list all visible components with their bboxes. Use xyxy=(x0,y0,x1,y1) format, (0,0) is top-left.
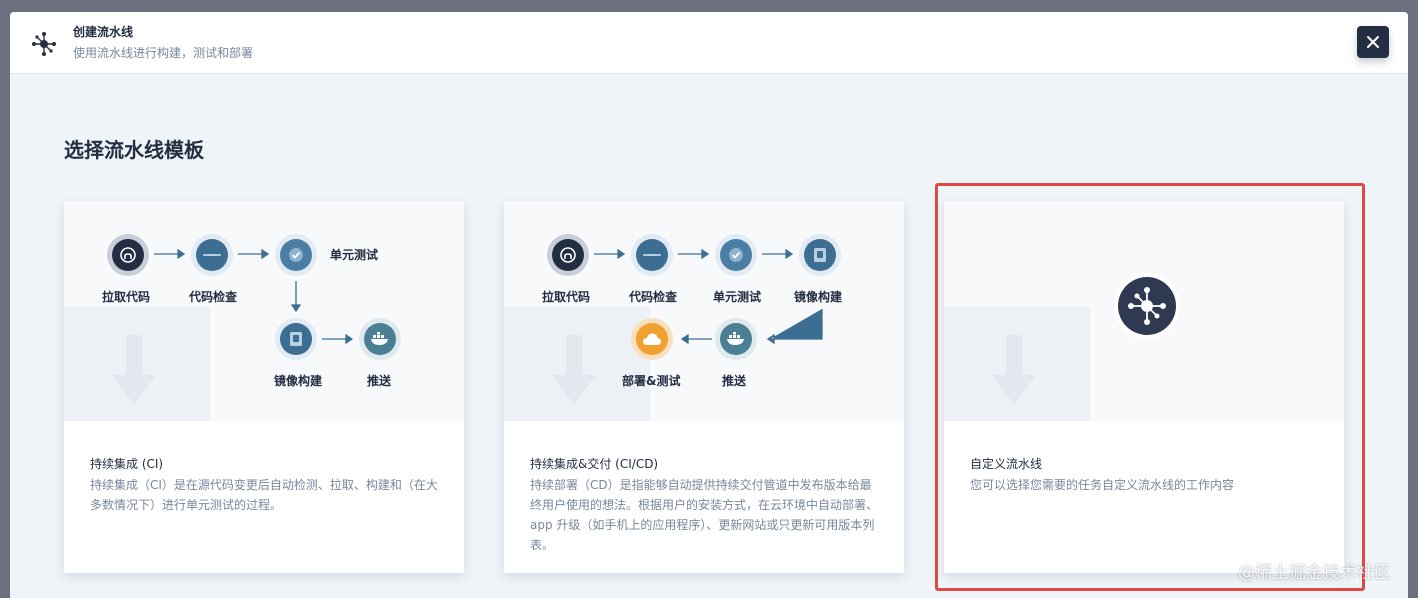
flow-arrow xyxy=(238,249,270,259)
close-icon xyxy=(1367,36,1379,48)
step-label: 推送 xyxy=(367,374,392,388)
sonarqube-node xyxy=(191,234,233,276)
sonarqube-icon xyxy=(203,254,221,256)
image-build-node xyxy=(275,318,317,360)
sonarqube-icon xyxy=(643,254,661,256)
background-arrow-icon xyxy=(64,307,210,421)
flow-arrow xyxy=(322,334,354,344)
github-icon xyxy=(560,247,576,263)
github-node xyxy=(547,234,589,276)
modal-subtitle: 使用流水线进行构建，测试和部署 xyxy=(73,46,254,60)
card-illustration: 拉取代码 代码检查 单元测试 镜像构建 推送 部署&测试 xyxy=(504,201,904,421)
github-icon xyxy=(120,247,136,263)
card-title: 持续集成&交付 (CI/CD) xyxy=(530,457,659,471)
flow-arrow xyxy=(291,281,301,313)
card-description: 持续部署（CD）是指能够自动提供持续交付管道中发布版本给最终用户使用的想法。根据… xyxy=(530,478,879,552)
card-description: 持续集成（CI）是在源代码变更后自动检测、拉取、构建和（在大多数情况下）进行单元… xyxy=(90,478,438,512)
step-label: 拉取代码 xyxy=(102,290,151,304)
card-illustration: 单元测试 拉取代码 代码检查 镜像构建 推送 xyxy=(64,201,464,421)
image-build-icon xyxy=(814,248,826,262)
section-title: 选择流水线模板 xyxy=(64,138,204,162)
template-card-cicd[interactable]: 拉取代码 代码检查 单元测试 镜像构建 推送 部署&测试 持续集成&交付 (CI… xyxy=(504,201,904,573)
flow-arrow xyxy=(594,249,626,259)
template-card-ci[interactable]: 单元测试 拉取代码 代码检查 镜像构建 推送 持续集成 (CI) 持续集成（CI… xyxy=(64,201,464,573)
card-info: 持续集成 (CI) 持续集成（CI）是在源代码变更后自动检测、拉取、构建和（在大… xyxy=(90,455,440,515)
image-build-icon xyxy=(290,332,302,346)
watermark: @稀土掘金技术社区 xyxy=(1238,563,1391,583)
step-label: 拉取代码 xyxy=(542,290,591,304)
push-node xyxy=(359,318,401,360)
cloud-icon xyxy=(643,333,661,345)
step-label: 单元测试 xyxy=(713,290,762,304)
step-label: 代码检查 xyxy=(189,290,238,304)
unit-test-node xyxy=(715,234,757,276)
flow-arrow xyxy=(154,249,186,259)
flow-arrow xyxy=(680,334,712,344)
deploy-test-node xyxy=(631,318,673,360)
docker-icon xyxy=(371,332,388,345)
step-label: 镜像构建 xyxy=(274,374,323,388)
selection-highlight-border xyxy=(935,183,1365,591)
step-label: 部署&测试 xyxy=(622,374,681,388)
step-label: 单元测试 xyxy=(330,248,379,262)
sonarqube-node xyxy=(631,234,673,276)
card-info: 持续集成&交付 (CI/CD) 持续部署（CD）是指能够自动提供持续交付管道中发… xyxy=(530,455,880,555)
push-node xyxy=(715,318,757,360)
close-button[interactable] xyxy=(1357,26,1389,58)
docker-icon xyxy=(727,332,744,345)
card-title: 持续集成 (CI) xyxy=(90,457,164,471)
github-node xyxy=(107,234,149,276)
check-icon xyxy=(289,248,303,262)
background-arrow-icon xyxy=(504,307,650,421)
modal-header: 创建流水线 使用流水线进行构建，测试和部署 xyxy=(10,12,1408,74)
check-icon xyxy=(729,248,743,262)
flow-arrow xyxy=(678,249,710,259)
step-label: 推送 xyxy=(722,374,747,388)
step-label: 镜像构建 xyxy=(794,290,843,304)
unit-test-node xyxy=(275,234,317,276)
flow-arrow xyxy=(762,249,794,259)
pipeline-icon xyxy=(32,32,56,56)
flow-arrow xyxy=(766,309,823,345)
modal-title: 创建流水线 xyxy=(73,25,134,39)
step-label: 代码检查 xyxy=(629,290,678,304)
image-build-node xyxy=(799,234,841,276)
